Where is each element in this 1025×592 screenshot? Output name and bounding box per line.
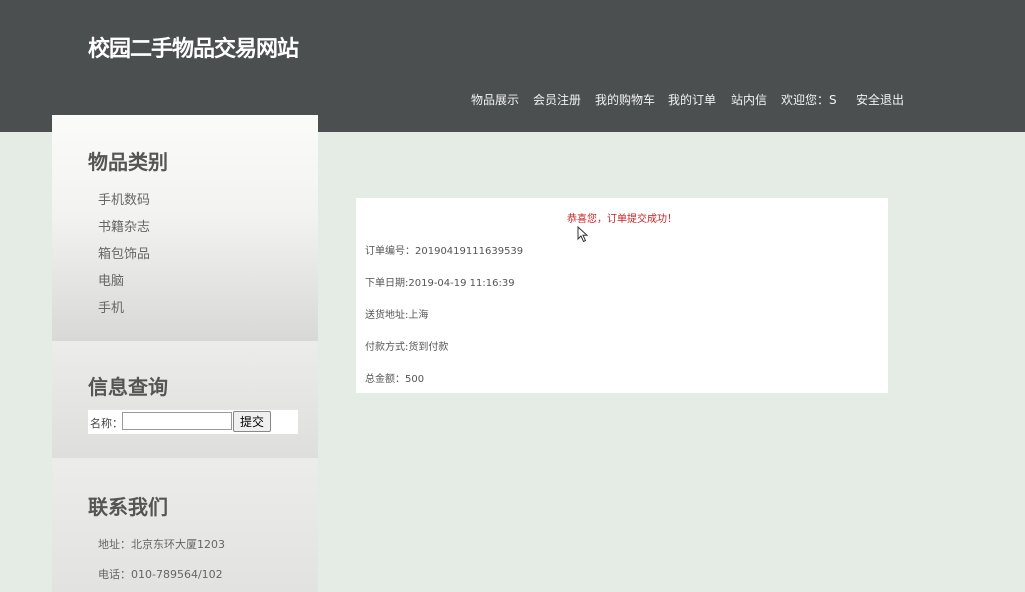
site-title: 校园二手物品交易网站 (88, 37, 299, 62)
nav-item-cart[interactable]: 我的购物车 (595, 91, 655, 108)
nav-item-register[interactable]: 会员注册 (533, 91, 581, 108)
category-item-phones[interactable]: 手机 (98, 297, 150, 324)
nav-item-products[interactable]: 物品展示 (471, 91, 519, 108)
search-box: 信息查询 名称： 提交 (52, 341, 318, 458)
category-item-computers[interactable]: 电脑 (98, 270, 150, 297)
contact-address: 地址：北京东环大厦1203 (98, 538, 225, 551)
categories-box: 物品类别 手机数码 书籍杂志 箱包饰品 电脑 手机 (52, 115, 318, 341)
category-item-books[interactable]: 书籍杂志 (98, 216, 150, 243)
search-input[interactable] (122, 412, 232, 430)
contact-phone: 电话：010-789564/102 (98, 568, 223, 581)
nav-item-orders[interactable]: 我的订单 (668, 91, 716, 108)
contact-box: 联系我们 地址：北京东环大厦1203 电话：010-789564/102 (52, 458, 318, 592)
order-date: 下单日期:2019-04-19 11:16:39 (365, 278, 515, 289)
sidebar: 物品类别 手机数码 书籍杂志 箱包饰品 电脑 手机 信息查询 名称： 提交 联系… (52, 115, 318, 592)
nav-item-logout[interactable]: 安全退出 (856, 91, 904, 108)
nav-welcome-user: 欢迎您：S (781, 93, 837, 107)
order-confirmation-panel: 恭喜您，订单提交成功！ 订单编号：20190419111639539 下单日期:… (356, 198, 888, 393)
search-label: 名称： (90, 417, 123, 430)
category-item-phone-digital[interactable]: 手机数码 (98, 189, 150, 216)
contact-title: 联系我们 (88, 495, 168, 519)
order-payment-method: 付款方式:货到付款 (365, 342, 449, 353)
search-form: 名称： 提交 (88, 410, 298, 434)
mouse-pointer-icon (577, 226, 589, 243)
search-submit-button[interactable]: 提交 (233, 411, 271, 432)
search-title: 信息查询 (88, 375, 168, 399)
order-total: 总金额：500 (365, 374, 425, 385)
category-item-bags[interactable]: 箱包饰品 (98, 243, 150, 270)
order-number: 订单编号：20190419111639539 (365, 246, 524, 257)
order-success-message: 恭喜您，订单提交成功！ (567, 214, 677, 225)
order-address: 送货地址:上海 (365, 310, 429, 321)
nav-item-messages[interactable]: 站内信 (731, 91, 767, 108)
site-header: 校园二手物品交易网站 物品展示 会员注册 我的购物车 我的订单 站内信 欢迎您：… (0, 0, 1025, 132)
category-list: 手机数码 书籍杂志 箱包饰品 电脑 手机 (98, 189, 150, 324)
categories-title: 物品类别 (88, 150, 168, 174)
